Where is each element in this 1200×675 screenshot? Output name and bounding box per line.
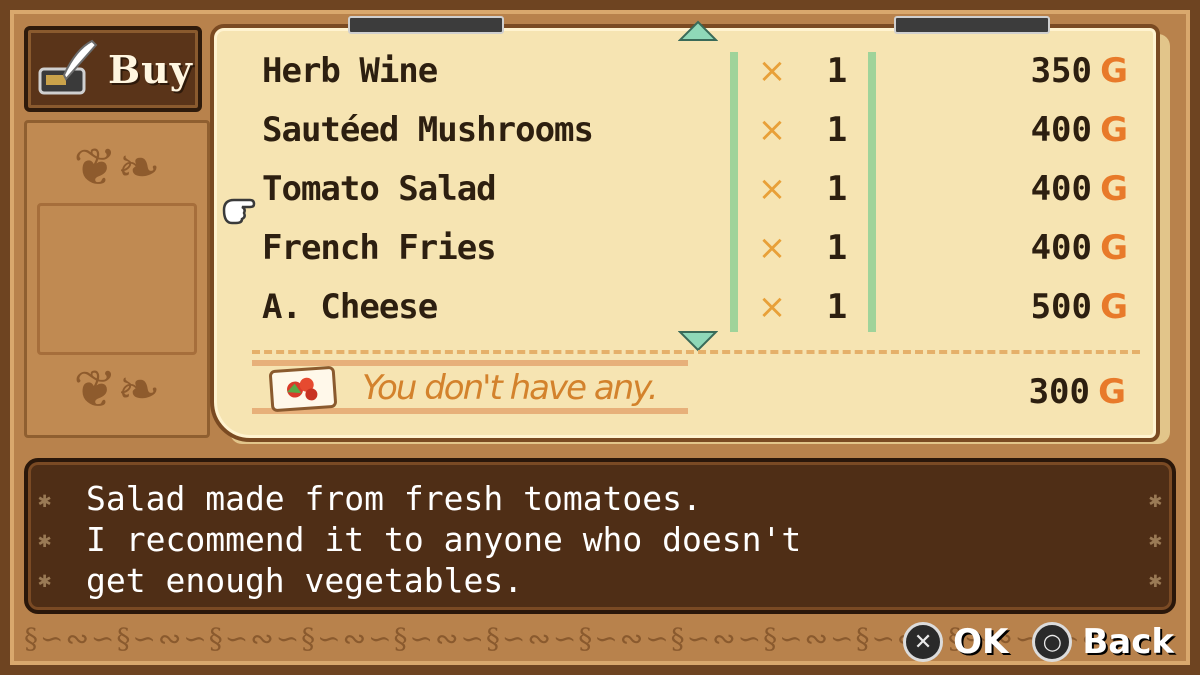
ornament-scroll-icon: ❦❧ xyxy=(73,138,161,198)
item-quantity: 1 xyxy=(826,51,848,91)
multiply-icon: × xyxy=(757,228,787,268)
scroll-indicator-left xyxy=(348,16,504,34)
item-price: 400 xyxy=(1030,110,1092,150)
description-text: Salad made from fresh tomatoes. I recomme… xyxy=(86,478,801,601)
list-item[interactable]: French Fries × 1 400 G xyxy=(262,219,1142,277)
star-icon: ✱ xyxy=(38,568,52,593)
item-quantity: 1 xyxy=(826,228,848,268)
item-name: French Fries xyxy=(262,228,497,268)
owned-price: 300 xyxy=(1028,372,1090,412)
circle-button-icon[interactable]: ○ xyxy=(1032,622,1073,662)
item-price: 500 xyxy=(1030,287,1092,327)
item-name: A. Cheese xyxy=(262,287,438,327)
stock-status-row: You don't have any. 300 G xyxy=(252,360,1140,422)
section-divider xyxy=(252,350,1140,354)
hand-pointer-icon xyxy=(222,198,256,225)
scroll-up-arrow-icon[interactable] xyxy=(678,20,718,44)
item-name: Tomato Salad xyxy=(262,169,497,209)
back-label[interactable]: Back xyxy=(1082,622,1174,662)
gold-currency-icon: G xyxy=(1100,287,1128,327)
list-item[interactable]: A. Cheese × 1 500 G xyxy=(262,278,1142,336)
description-line: I recommend it to anyone who doesn't xyxy=(86,520,802,559)
ornament-scroll-icon: ❦❧ xyxy=(73,360,161,420)
item-price: 400 xyxy=(1030,228,1092,268)
item-name: Herb Wine xyxy=(262,51,438,91)
list-item[interactable]: Sautéed Mushrooms × 1 400 G xyxy=(262,101,1142,159)
star-icon: ✱ xyxy=(1148,528,1162,553)
description-line: get enough vegetables. xyxy=(86,561,524,600)
buy-tab[interactable]: Buy xyxy=(24,26,202,112)
stock-stripe xyxy=(252,360,688,366)
stock-message: You don't have any. xyxy=(362,368,659,408)
description-line: Salad made from fresh tomatoes. xyxy=(86,479,702,518)
multiply-icon: × xyxy=(757,110,787,150)
item-price: 400 xyxy=(1030,169,1092,209)
item-quantity: 1 xyxy=(826,169,848,209)
item-quantity: 1 xyxy=(826,110,848,150)
description-box: ✱ ✱ ✱ ✱ ✱ ✱ Salad made from fresh tomato… xyxy=(24,458,1176,614)
gold-currency-icon: G xyxy=(1098,372,1126,412)
list-item[interactable]: Herb Wine × 1 350 G xyxy=(262,42,1142,100)
star-icon: ✱ xyxy=(1148,488,1162,513)
item-name: Sautéed Mushrooms xyxy=(262,110,594,150)
gold-currency-icon: G xyxy=(1100,228,1128,268)
buy-tab-label: Buy xyxy=(108,46,193,92)
gold-currency-icon: G xyxy=(1100,110,1128,150)
scroll-indicator-right xyxy=(894,16,1050,34)
ornament-inner-frame xyxy=(37,203,197,355)
left-ornament-panel: ❦❧ ❦❧ xyxy=(24,120,210,438)
multiply-icon: × xyxy=(757,169,787,209)
button-prompts: ✕ OK ○ Back xyxy=(903,618,1174,666)
star-icon: ✱ xyxy=(1148,568,1162,593)
star-icon: ✱ xyxy=(38,528,52,553)
quill-icon xyxy=(36,39,102,99)
multiply-icon: × xyxy=(757,51,787,91)
gold-currency-icon: G xyxy=(1100,169,1128,209)
item-price: 350 xyxy=(1030,51,1092,91)
gold-currency-icon: G xyxy=(1100,51,1128,91)
cross-button-icon[interactable]: ✕ xyxy=(903,622,944,662)
tomato-salad-icon xyxy=(268,365,338,413)
item-quantity: 1 xyxy=(826,287,848,327)
star-icon: ✱ xyxy=(38,488,52,513)
multiply-icon: × xyxy=(757,287,787,327)
ok-label[interactable]: OK xyxy=(953,622,1008,662)
list-item-selected[interactable]: Tomato Salad × 1 400 G xyxy=(262,160,1142,218)
